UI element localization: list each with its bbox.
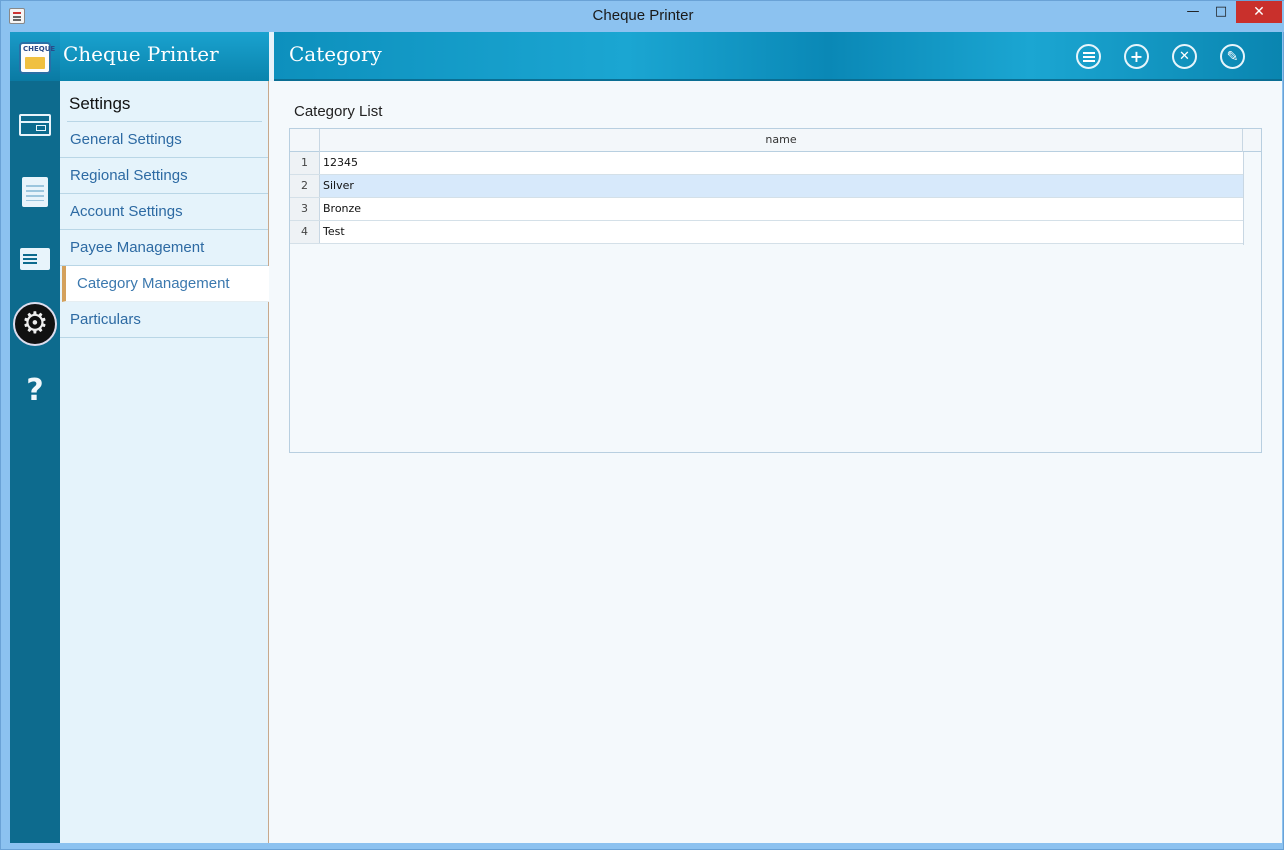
page-header: Category + ✕ ✎: [274, 32, 1282, 81]
edit-icon: ✎: [1226, 48, 1239, 65]
cell-name[interactable]: Test: [323, 221, 345, 243]
table-row[interactable]: 2 Silver: [290, 175, 1243, 198]
delete-button[interactable]: ✕: [1172, 44, 1197, 69]
rail-item-settings[interactable]: ⚙: [10, 300, 60, 348]
add-button[interactable]: +: [1124, 44, 1149, 69]
settings-heading: Settings: [69, 94, 131, 113]
table-row[interactable]: 4 Test: [290, 221, 1243, 244]
document-icon: [22, 177, 48, 207]
category-list-title: Category List: [294, 103, 383, 120]
window-title: Cheque Printer: [592, 7, 694, 24]
title-bar: Cheque Printer — □ ✕: [1, 1, 1284, 32]
app-header: Cheque Printer: [60, 32, 269, 81]
page-title: Category: [289, 42, 382, 66]
grid-divider: [1243, 152, 1244, 245]
rail-item-help[interactable]: ?: [10, 366, 60, 414]
settings-gear-icon: ⚙: [13, 302, 57, 346]
cell-name[interactable]: 12345: [323, 152, 358, 174]
logo-text: CHEQUE: [23, 45, 56, 53]
cell-name[interactable]: Silver: [323, 175, 354, 197]
category-grid[interactable]: name 1 12345 2 Silver 3 Bronze 4 Test: [289, 128, 1262, 453]
help-icon: ?: [26, 372, 44, 408]
app-window: Cheque Printer — □ ✕ CHEQUE ⚙ ? Cheque P…: [0, 0, 1284, 850]
delete-icon: ✕: [1179, 49, 1190, 64]
row-number: 1: [290, 152, 320, 174]
menu-item-category-management[interactable]: Category Management: [62, 266, 270, 302]
grid-corner[interactable]: [290, 129, 320, 152]
settings-menu: Settings General Settings Regional Setti…: [60, 81, 270, 843]
menu-item-account-settings[interactable]: Account Settings: [60, 194, 268, 230]
menu-item-particulars[interactable]: Particulars: [60, 302, 268, 338]
close-button[interactable]: ✕: [1236, 1, 1282, 23]
app-name: Cheque Printer: [63, 42, 219, 66]
list-icon: [1082, 51, 1095, 62]
main-content: Category List name 1 12345 2 Silver 3 Br…: [269, 81, 1282, 843]
cheque-logo-icon: CHEQUE: [19, 42, 55, 74]
row-number: 4: [290, 221, 320, 243]
table-row[interactable]: 3 Bronze: [290, 198, 1243, 221]
column-header-name[interactable]: name: [320, 129, 1243, 152]
cell-name[interactable]: Bronze: [323, 198, 361, 220]
rail-item-reports[interactable]: [10, 168, 60, 216]
add-icon: +: [1129, 46, 1144, 66]
maximize-button[interactable]: □: [1207, 1, 1235, 23]
rail-item-print[interactable]: [10, 235, 60, 283]
card-icon: [19, 114, 51, 136]
menu-item-general-settings[interactable]: General Settings: [60, 122, 268, 158]
grid-header: name: [290, 129, 1261, 152]
row-number: 3: [290, 198, 320, 220]
edit-cheque-icon: [20, 248, 50, 270]
list-button[interactable]: [1076, 44, 1101, 69]
table-row[interactable]: 1 12345: [290, 152, 1243, 175]
menu-item-regional-settings[interactable]: Regional Settings: [60, 158, 268, 194]
menu-item-payee-management[interactable]: Payee Management: [60, 230, 268, 266]
row-number: 2: [290, 175, 320, 197]
nav-rail: [10, 32, 60, 843]
app-logo: CHEQUE: [10, 34, 60, 82]
minimize-button[interactable]: —: [1179, 1, 1207, 23]
rail-item-cheque[interactable]: [10, 101, 60, 149]
edit-button[interactable]: ✎: [1220, 44, 1245, 69]
